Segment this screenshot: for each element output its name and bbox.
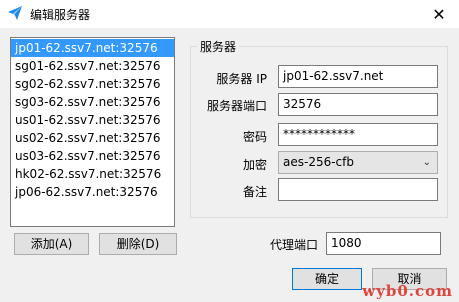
encryption-value: aes-256-cfb	[283, 155, 354, 169]
server-list-item[interactable]: us02-62.ssv7.net:32576	[11, 129, 174, 147]
server-list-item[interactable]: sg03-62.ssv7.net:32576	[11, 93, 174, 111]
add-button[interactable]: 添加(A)	[14, 233, 89, 255]
encryption-label: 加密	[242, 158, 267, 172]
server-port-field[interactable]: 32576	[278, 93, 438, 116]
delete-button[interactable]: 删除(D)	[99, 233, 177, 255]
server-port-label: 服务器端口	[206, 99, 267, 113]
remark-label: 备注	[242, 185, 267, 199]
server-ip-label: 服务器 IP	[216, 72, 267, 86]
proxy-port-label: 代理端口	[269, 238, 318, 252]
encryption-select[interactable]: aes-256-cfb ⌄	[278, 151, 438, 174]
remark-field[interactable]	[278, 178, 438, 201]
password-label: 密码	[242, 130, 267, 144]
server-list[interactable]: jp01-62.ssv7.net:32576 sg01-62.ssv7.net:…	[10, 37, 175, 227]
server-list-item[interactable]: hk02-62.ssv7.net:32576	[11, 165, 174, 183]
server-group-title: 服务器	[197, 38, 240, 55]
password-field[interactable]: ************	[278, 123, 438, 146]
server-list-item[interactable]: sg01-62.ssv7.net:32576	[11, 57, 174, 75]
server-list-item[interactable]: us01-62.ssv7.net:32576	[11, 111, 174, 129]
ok-button[interactable]: 确定	[292, 268, 362, 290]
server-list-item[interactable]: jp06-62.ssv7.net:32576	[11, 183, 174, 201]
watermark-text: wyb0.com	[362, 282, 453, 300]
title-bar: 编辑服务器 ✕	[0, 0, 459, 28]
server-list-item[interactable]: jp01-62.ssv7.net:32576	[11, 39, 174, 57]
proxy-port-field[interactable]: 1080	[326, 232, 441, 255]
server-ip-field[interactable]: jp01-62.ssv7.net	[278, 65, 438, 88]
window-title: 编辑服务器	[30, 8, 91, 22]
server-list-item[interactable]: sg02-62.ssv7.net:32576	[11, 75, 174, 93]
chevron-down-icon: ⌄	[422, 157, 431, 168]
close-icon: ✕	[432, 4, 446, 24]
paper-plane-icon	[8, 6, 22, 20]
server-list-item[interactable]: us03-62.ssv7.net:32576	[11, 147, 174, 165]
close-button[interactable]: ✕	[419, 0, 459, 28]
